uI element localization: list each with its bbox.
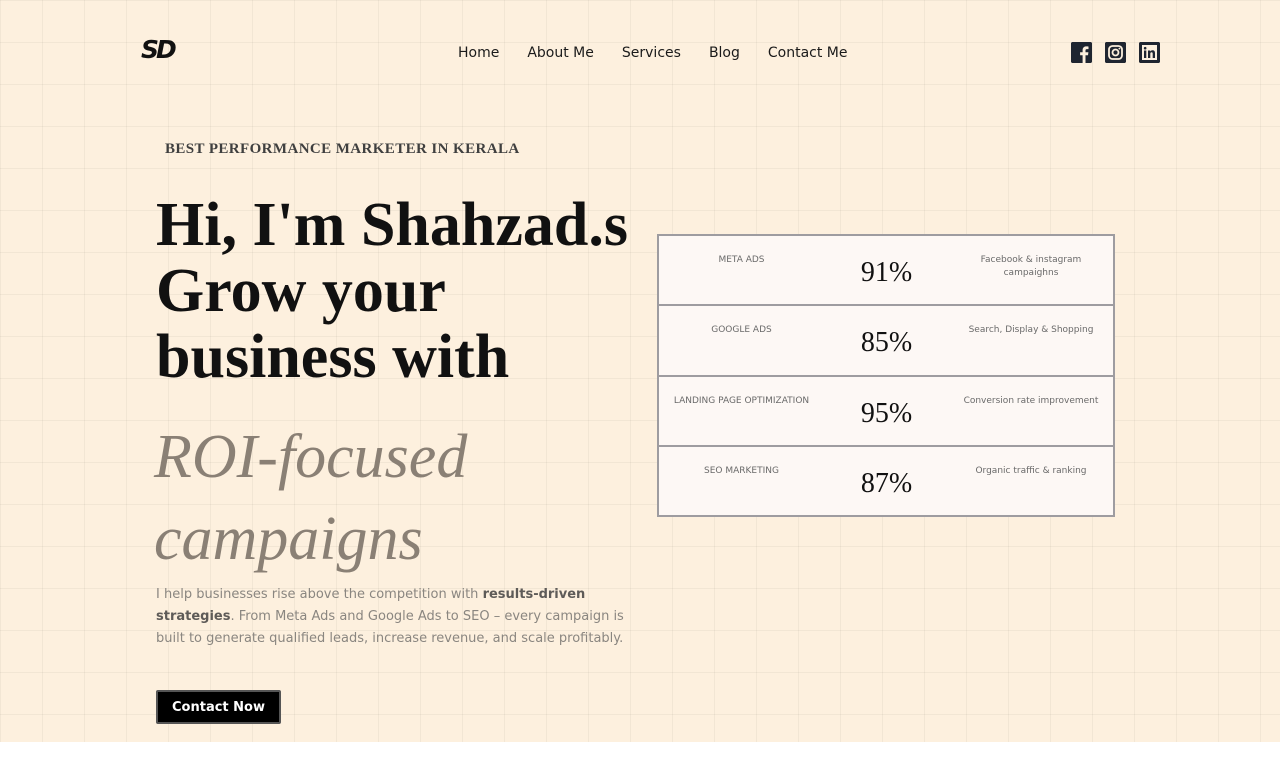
nav-blog[interactable]: Blog bbox=[709, 43, 740, 63]
contact-now-button[interactable]: Contact Now bbox=[156, 690, 281, 724]
stat-row: GOOGLE ADS 85% Search, Display & Shoppin… bbox=[659, 304, 1113, 374]
stats-table: META ADS 91% Facebook & instagram campai… bbox=[657, 234, 1115, 517]
nav-home[interactable]: Home bbox=[458, 43, 499, 63]
stat-value: 85% bbox=[860, 327, 913, 359]
nav-about-me[interactable]: About Me bbox=[527, 43, 594, 63]
instagram-icon[interactable] bbox=[1105, 42, 1126, 63]
social-links bbox=[1071, 42, 1160, 63]
stat-desc: Organic traffic & ranking bbox=[975, 465, 1087, 476]
stat-value: 87% bbox=[860, 467, 913, 499]
desc-part-1: I help businesses rise above the competi… bbox=[156, 587, 483, 602]
stat-label: SEO MARKETING bbox=[704, 465, 779, 476]
stat-label: GOOGLE ADS bbox=[711, 325, 772, 336]
facebook-icon[interactable] bbox=[1071, 42, 1092, 63]
linkedin-icon[interactable] bbox=[1139, 42, 1160, 63]
stat-row: SEO MARKETING 87% Organic traffic & rank… bbox=[659, 444, 1113, 515]
stat-row: META ADS 91% Facebook & instagram campai… bbox=[659, 236, 1113, 304]
stat-desc: Conversion rate improvement bbox=[963, 395, 1099, 406]
hero-eyebrow: BEST PERFORMANCE MARKETER IN KERALA bbox=[165, 141, 520, 157]
stat-row: LANDING PAGE OPTIMIZATION 95% Conversion… bbox=[659, 374, 1113, 445]
stat-value: 95% bbox=[860, 397, 913, 429]
headline-line-3: business with bbox=[156, 323, 510, 391]
stat-label: LANDING PAGE OPTIMIZATION bbox=[673, 395, 810, 406]
hero-description: I help businesses rise above the competi… bbox=[156, 584, 626, 650]
hero-headline-accent: ROI-focused campaigns bbox=[154, 416, 654, 580]
accent-line-1: ROI-focused bbox=[154, 423, 468, 491]
headline-line-2: Grow your bbox=[156, 257, 446, 325]
site-logo[interactable]: SD bbox=[141, 36, 181, 64]
stat-value: 91% bbox=[860, 257, 913, 288]
stat-desc: Search, Display & Shopping bbox=[968, 325, 1094, 336]
hero-section: SD Home About Me Services Blog Contact M… bbox=[0, 0, 1280, 742]
stat-desc: Facebook & instagram campaighns bbox=[980, 255, 1082, 278]
nav-services[interactable]: Services bbox=[622, 43, 681, 63]
hero-headline: Hi, I'm Shahzad.s Grow your business wit… bbox=[156, 192, 656, 390]
nav-contact-me[interactable]: Contact Me bbox=[768, 43, 848, 63]
headline-line-1: Hi, I'm Shahzad.s bbox=[156, 191, 629, 259]
stat-label: META ADS bbox=[718, 255, 765, 265]
accent-line-2: campaigns bbox=[154, 505, 423, 573]
main-nav: Home About Me Services Blog Contact Me bbox=[458, 43, 876, 63]
